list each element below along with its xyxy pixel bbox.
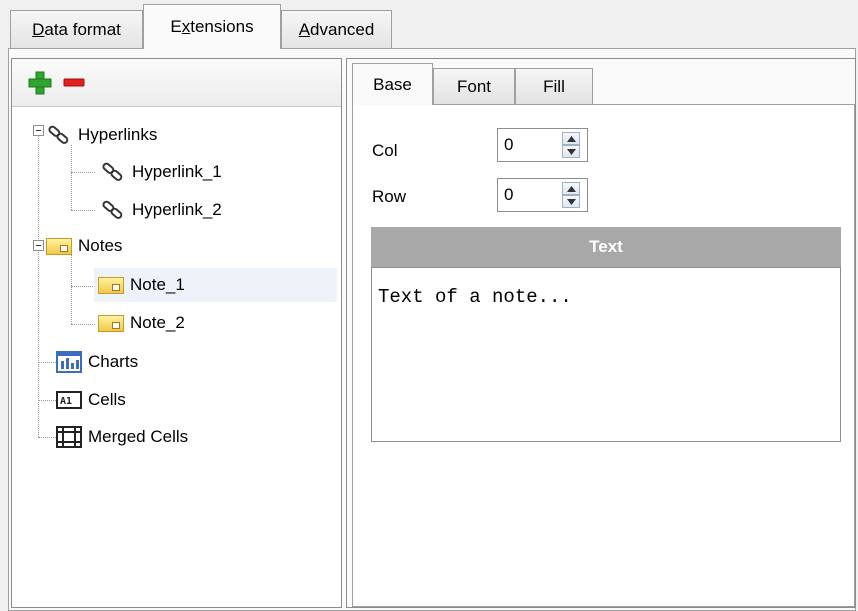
tree-item-label: Charts xyxy=(88,352,139,371)
tab-base[interactable]: Base xyxy=(352,63,433,105)
tab-fill-label: Fill xyxy=(543,76,565,96)
hyperlink-icon xyxy=(48,125,69,144)
tab-extensions[interactable]: Extensions xyxy=(143,4,281,49)
hyperlinks-collapse-toggle[interactable] xyxy=(33,125,44,136)
row-increment-button[interactable] xyxy=(562,182,580,195)
tree-item-label: Cells xyxy=(88,390,126,409)
tree-item-label: Hyperlink_1 xyxy=(132,162,222,181)
tab-base-label: Base xyxy=(373,74,412,94)
merged-cells-icon xyxy=(56,426,82,448)
tree-item-label: Notes xyxy=(78,236,123,255)
tree-item-hyperlinks[interactable]: Hyperlinks xyxy=(46,118,157,152)
tree-item-cells[interactable]: A1 Cells xyxy=(56,383,126,417)
row-input[interactable] xyxy=(504,185,548,205)
arrow-down-icon xyxy=(567,199,576,205)
note-icon xyxy=(46,237,72,255)
tree-item-merged-cells[interactable]: Merged Cells xyxy=(56,420,188,454)
tab-extensions-label: Extensions xyxy=(170,17,254,36)
add-button[interactable] xyxy=(26,69,54,97)
col-spinner[interactable] xyxy=(497,128,588,162)
tab-font-label: Font xyxy=(456,76,492,96)
tab-data-format-label: Data format xyxy=(32,19,121,39)
cell-icon: A1 xyxy=(56,391,82,409)
tree-item-label: Hyperlinks xyxy=(78,125,158,144)
row-decrement-button[interactable] xyxy=(562,195,580,208)
tree-item-label: Note_1 xyxy=(130,275,185,294)
tree-item-notes[interactable]: Notes xyxy=(46,229,122,263)
tab-advanced[interactable]: Advanced xyxy=(281,10,392,48)
note-text-area[interactable]: Text of a note... xyxy=(371,267,841,442)
tree-item-note-1[interactable]: Note_1 xyxy=(94,268,337,302)
tab-advanced-label: Advanced xyxy=(298,19,375,39)
text-section-header: Text xyxy=(371,227,841,267)
tree-item-hyperlink-1[interactable]: Hyperlink_1 xyxy=(100,155,222,189)
chart-icon xyxy=(56,351,82,373)
hyperlink-icon xyxy=(102,200,123,219)
col-input[interactable] xyxy=(504,135,548,155)
remove-button[interactable] xyxy=(60,69,88,97)
tab-fill[interactable]: Fill xyxy=(515,68,593,104)
note-icon xyxy=(98,314,124,332)
notes-collapse-toggle[interactable] xyxy=(33,240,44,251)
tree-item-label: Merged Cells xyxy=(88,427,189,446)
tree-item-label: Note_2 xyxy=(130,313,185,332)
row-label: Row xyxy=(372,187,407,206)
tree-item-hyperlink-2[interactable]: Hyperlink_2 xyxy=(100,193,222,227)
tree-toolbar xyxy=(12,59,341,107)
tab-data-format[interactable]: Data format xyxy=(10,10,143,48)
hyperlink-icon xyxy=(102,162,123,181)
col-decrement-button[interactable] xyxy=(562,145,580,158)
plus-icon xyxy=(28,71,52,95)
minus-icon xyxy=(63,78,85,87)
tree-item-label: Hyperlink_2 xyxy=(132,200,222,219)
svg-text:A1: A1 xyxy=(60,396,72,407)
tree-item-note-2[interactable]: Note_2 xyxy=(98,306,185,340)
col-increment-button[interactable] xyxy=(562,132,580,145)
col-label: Col xyxy=(372,141,398,160)
row-spinner[interactable] xyxy=(497,178,588,212)
tree-item-charts[interactable]: Charts xyxy=(56,345,138,379)
arrow-up-icon xyxy=(567,136,576,142)
tab-font[interactable]: Font xyxy=(433,68,515,104)
note-icon xyxy=(98,276,124,294)
arrow-up-icon xyxy=(567,186,576,192)
arrow-down-icon xyxy=(567,149,576,155)
